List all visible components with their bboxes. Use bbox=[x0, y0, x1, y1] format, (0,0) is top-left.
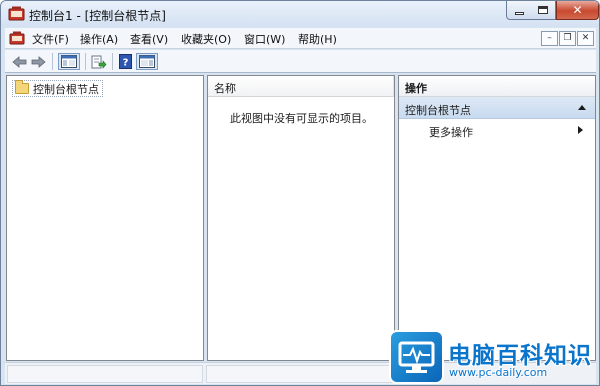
window-title: 控制台1 - [控制台根节点] bbox=[29, 9, 166, 23]
action-pane-icon bbox=[139, 55, 155, 68]
toolbar-separator bbox=[112, 53, 113, 70]
svg-text:?: ? bbox=[122, 58, 128, 69]
console-tree-icon bbox=[61, 55, 77, 68]
more-actions-label: 更多操作 bbox=[429, 126, 473, 139]
watermark-logo: 电脑百科知识 www.pc-daily.com bbox=[389, 330, 600, 386]
tree-root-label: 控制台根节点 bbox=[33, 82, 99, 96]
child-minimize-button[interactable]: – bbox=[541, 31, 558, 46]
menu-file[interactable]: 文件(F) bbox=[32, 31, 69, 47]
actions-title: 操作 bbox=[405, 82, 427, 95]
menu-help[interactable]: 帮助(H) bbox=[298, 31, 337, 47]
menu-view[interactable]: 查看(V) bbox=[130, 31, 168, 47]
maximize-icon bbox=[538, 6, 548, 14]
menu-bar: 文件(F) 操作(A) 查看(V) 收藏夹(O) 窗口(W) 帮助(H) – ❐… bbox=[5, 28, 596, 49]
console-tree-pane: 控制台根节点 bbox=[6, 75, 204, 361]
help-button[interactable]: ? bbox=[117, 53, 133, 70]
title-bar[interactable]: 控制台1 - [控制台根节点] ✕ bbox=[1, 1, 599, 27]
action-group-label: 控制台根节点 bbox=[405, 104, 471, 117]
child-close-button[interactable]: ✕ bbox=[577, 31, 594, 46]
forward-arrow-icon bbox=[31, 55, 46, 68]
console-app-icon bbox=[8, 6, 25, 21]
forward-button[interactable] bbox=[30, 53, 46, 70]
empty-view-message: 此视图中没有可显示的项目。 bbox=[230, 112, 373, 125]
toolbar: ? bbox=[5, 50, 596, 73]
results-pane: 名称 此视图中没有可显示的项目。 bbox=[207, 75, 395, 361]
export-list-button[interactable] bbox=[90, 53, 108, 70]
collapse-arrow-icon[interactable] bbox=[578, 105, 586, 110]
back-arrow-icon bbox=[11, 55, 26, 68]
help-icon: ? bbox=[118, 54, 132, 69]
monitor-logo-icon bbox=[389, 330, 444, 384]
maximize-button[interactable] bbox=[531, 1, 556, 20]
close-button[interactable]: ✕ bbox=[556, 1, 599, 20]
close-icon: ✕ bbox=[581, 33, 590, 43]
show-hide-tree-button[interactable] bbox=[58, 53, 80, 70]
folder-icon bbox=[15, 80, 29, 94]
menu-window[interactable]: 窗口(W) bbox=[244, 31, 285, 47]
actions-pane: 操作 控制台根节点 更多操作 bbox=[398, 75, 596, 361]
column-header-name[interactable]: 名称 bbox=[208, 76, 394, 97]
minimize-button[interactable] bbox=[506, 1, 532, 20]
action-group-root[interactable]: 控制台根节点 bbox=[399, 97, 595, 119]
close-icon: ✕ bbox=[572, 3, 583, 17]
mmc-window: 控制台1 - [控制台根节点] ✕ 文件(F) 操作(A) 查看(V) 收藏夹(… bbox=[0, 0, 600, 386]
minimize-icon bbox=[514, 11, 524, 15]
status-cell bbox=[206, 365, 394, 383]
submenu-arrow-icon bbox=[578, 126, 583, 134]
export-list-icon bbox=[91, 55, 107, 69]
back-button[interactable] bbox=[11, 53, 27, 70]
console-app-icon[interactable] bbox=[9, 31, 25, 45]
tree-root-node[interactable]: 控制台根节点 bbox=[12, 80, 103, 97]
watermark-title: 电脑百科知识 bbox=[448, 343, 592, 369]
child-restore-button[interactable]: ❐ bbox=[559, 31, 576, 46]
more-actions-item[interactable]: 更多操作 bbox=[399, 120, 595, 141]
restore-icon: ❐ bbox=[563, 33, 572, 43]
status-cell bbox=[7, 365, 203, 383]
menu-favorites[interactable]: 收藏夹(O) bbox=[181, 31, 231, 47]
toolbar-separator bbox=[85, 53, 86, 70]
show-hide-action-pane-button[interactable] bbox=[136, 53, 158, 70]
actions-pane-header: 操作 bbox=[399, 76, 595, 97]
menu-action[interactable]: 操作(A) bbox=[80, 31, 118, 47]
minimize-icon: – bbox=[547, 33, 552, 43]
column-divider[interactable] bbox=[393, 76, 394, 97]
toolbar-separator bbox=[52, 53, 53, 70]
watermark-url: www.pc-daily.com bbox=[449, 366, 548, 379]
column-header-label: 名称 bbox=[214, 82, 236, 95]
